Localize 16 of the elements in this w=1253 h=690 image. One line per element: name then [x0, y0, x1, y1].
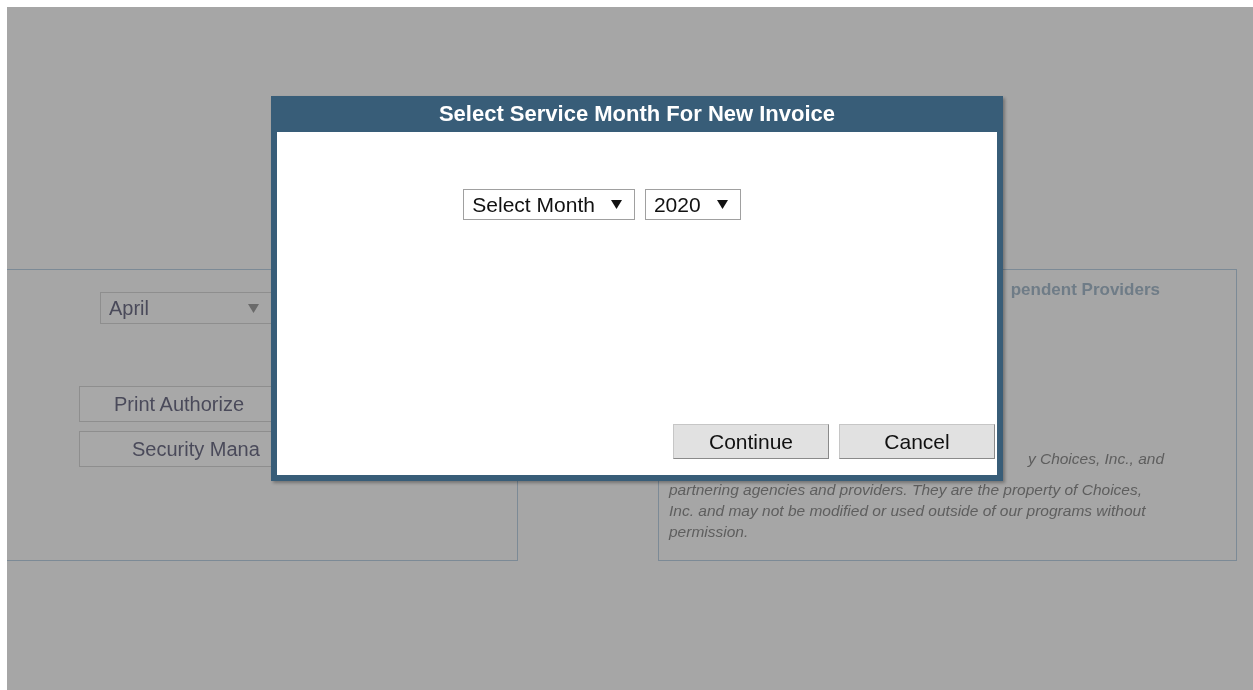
month-select[interactable]: April	[100, 292, 271, 324]
select-value: Select Month	[472, 192, 595, 217]
page-button[interactable]: Print Authorize	[79, 386, 272, 422]
select-value: April	[109, 296, 149, 320]
caret-icon	[248, 303, 259, 313]
notice-text: y Choices, Inc., and	[1027, 450, 1164, 468]
year-select[interactable]: 2020	[644, 189, 741, 220]
notice-text: partnering agencies and providers. They are the property of Choices, Inc. and may not be modified or used outside of our programs without permission.	[669, 480, 1147, 542]
dialog-title: Select Service Month For New Invoice	[277, 96, 997, 132]
caret-icon	[610, 200, 622, 209]
page-button[interactable]: Security Mana	[79, 431, 272, 467]
select-value: 2020	[653, 192, 701, 217]
cancel-button[interactable]: Cancel	[839, 424, 995, 459]
continue-button[interactable]: Continue	[673, 424, 829, 459]
caret-icon	[716, 200, 728, 209]
month-select[interactable]: Select Month	[463, 189, 635, 220]
